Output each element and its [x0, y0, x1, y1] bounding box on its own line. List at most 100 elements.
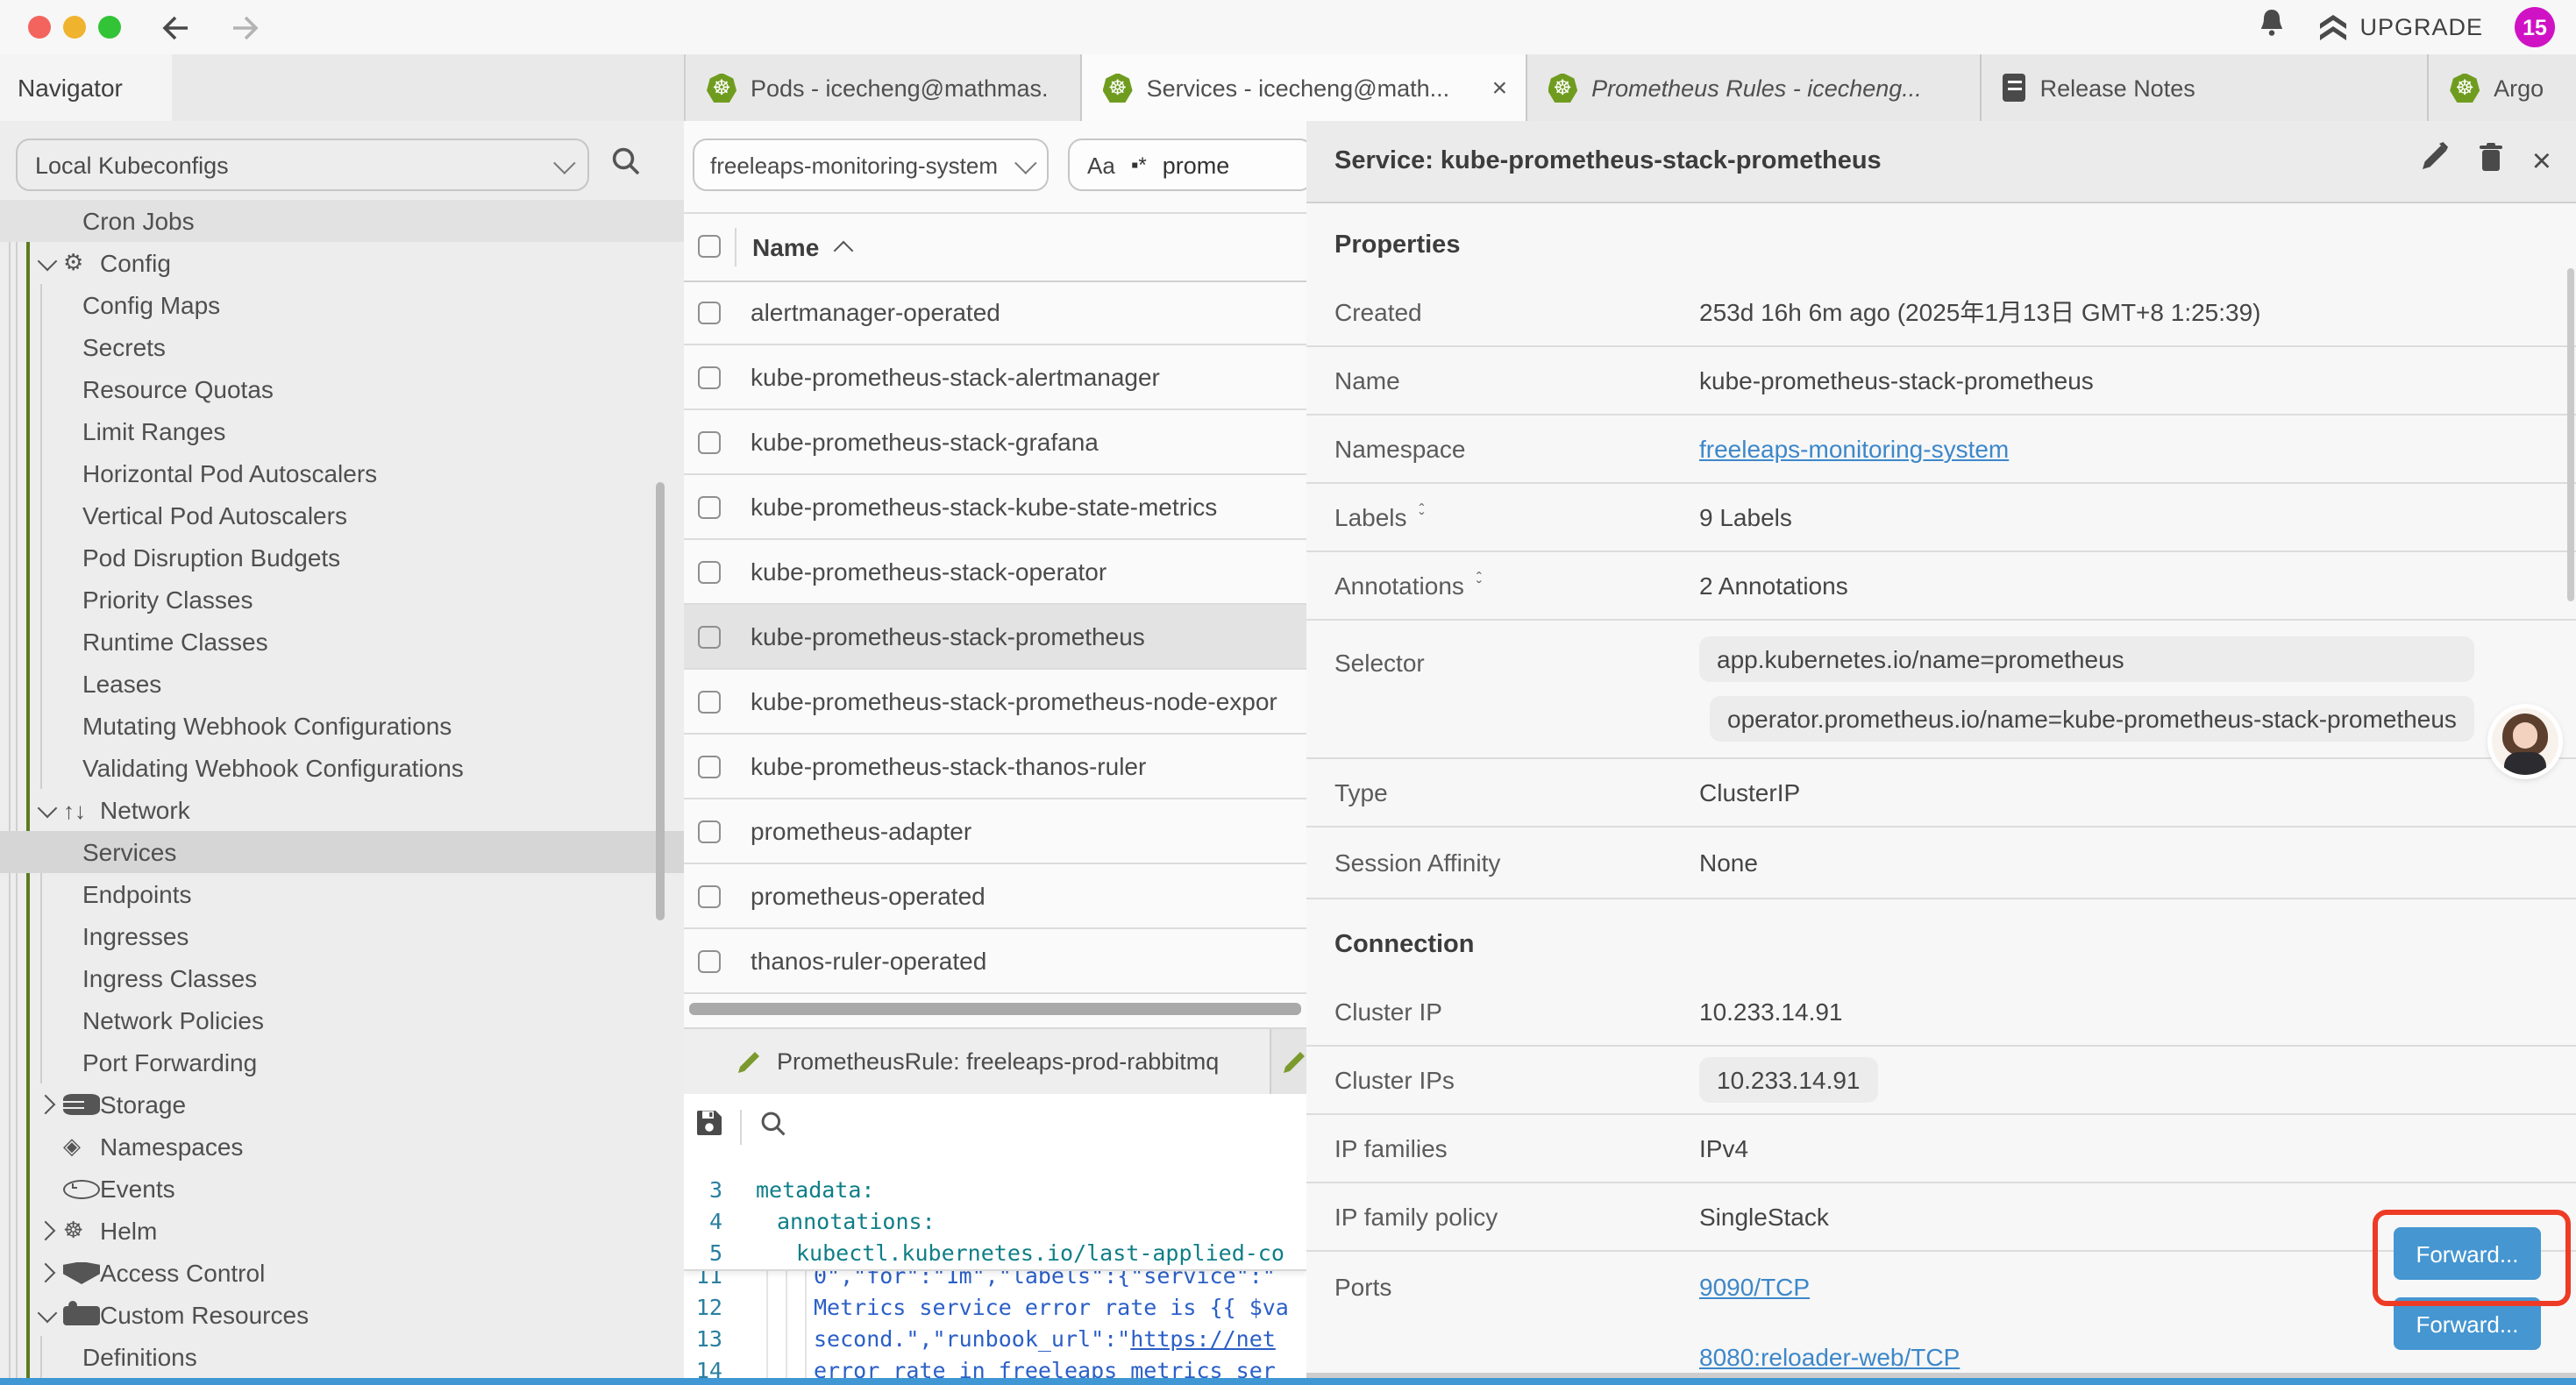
- sidebar-item[interactable]: Priority Classes: [0, 579, 684, 621]
- close-icon[interactable]: ×: [2532, 145, 2551, 178]
- editor-search-icon[interactable]: [759, 1109, 787, 1146]
- sidebar-item[interactable]: Access Control: [0, 1252, 684, 1294]
- sidebar-item[interactable]: ◈ Namespaces: [0, 1126, 684, 1168]
- table-row[interactable]: thanos-ruler-operated: [684, 929, 1306, 994]
- chevron-icon[interactable]: [35, 1175, 63, 1203]
- app-tab[interactable]: Release Notes: [1982, 54, 2430, 121]
- upgrade-button[interactable]: UPGRADE: [2317, 13, 2483, 41]
- sidebar-item[interactable]: Ingress Classes: [0, 957, 684, 999]
- chevron-icon[interactable]: [35, 1133, 63, 1161]
- expand-icon[interactable]: ˆˇ: [1420, 507, 1425, 524]
- code-line[interactable]: 3 metadata:: [684, 1175, 1306, 1206]
- sidebar-item[interactable]: Runtime Classes: [0, 621, 684, 663]
- select-all-checkbox[interactable]: [698, 235, 721, 258]
- sidebar-item[interactable]: Services: [0, 831, 684, 873]
- edit-pencil-icon[interactable]: [2420, 142, 2450, 181]
- sidebar-item[interactable]: Storage: [0, 1083, 684, 1126]
- sidebar-scrollbar[interactable]: [656, 482, 665, 920]
- row-checkbox[interactable]: [698, 690, 721, 713]
- kubeconfig-select[interactable]: Local Kubeconfigs: [16, 138, 589, 191]
- window-close-button[interactable]: [28, 16, 51, 39]
- sidebar-item[interactable]: Mutating Webhook Configurations: [0, 705, 684, 747]
- table-row[interactable]: kube-prometheus-stack-grafana: [684, 410, 1306, 475]
- namespace-link[interactable]: freeleaps-monitoring-system: [1699, 435, 2009, 463]
- chevron-icon[interactable]: [35, 796, 63, 824]
- sidebar-item[interactable]: ☸ Helm: [0, 1210, 684, 1252]
- port-link[interactable]: 9090/TCP: [1699, 1273, 1810, 1301]
- yaml-editor[interactable]: 11 0","for":"1m","labels":{"service":" 1…: [684, 1161, 1306, 1378]
- app-tab[interactable]: Prometheus Rules - icecheng...: [1526, 54, 1982, 121]
- chevron-icon[interactable]: [35, 1259, 63, 1287]
- row-checkbox[interactable]: [698, 755, 721, 778]
- chevron-icon[interactable]: [35, 1301, 63, 1329]
- sidebar-item[interactable]: Pod Disruption Budgets: [0, 536, 684, 579]
- editor-tab-partial[interactable]: [1271, 1029, 1306, 1094]
- column-header-name[interactable]: Name: [752, 232, 819, 260]
- chevron-icon[interactable]: [35, 249, 63, 277]
- match-case-toggle[interactable]: Aa: [1087, 152, 1115, 178]
- code-line[interactable]: 4 annotations:: [684, 1206, 1306, 1238]
- details-scrollbar[interactable]: [2567, 268, 2574, 601]
- code-line[interactable]: 13 second.","runbook_url":"https://net: [684, 1324, 1306, 1355]
- expand-icon[interactable]: ˆˇ: [1477, 575, 1482, 593]
- code-link[interactable]: https://net: [1130, 1325, 1276, 1352]
- save-icon[interactable]: [694, 1108, 724, 1147]
- property-value[interactable]: 9 Labels: [1699, 503, 1792, 531]
- window-minimize-button[interactable]: [63, 16, 86, 39]
- sidebar-item[interactable]: Definitions: [0, 1336, 684, 1378]
- namespace-select[interactable]: freeleaps-monitoring-system: [693, 138, 1049, 191]
- delete-trash-icon[interactable]: [2478, 142, 2504, 181]
- notification-count-badge[interactable]: 15: [2515, 7, 2555, 47]
- row-checkbox[interactable]: [698, 495, 721, 518]
- code-line[interactable]: 5 kubectl.kubernetes.io/last-applied-co: [684, 1238, 1306, 1269]
- table-row[interactable]: prometheus-adapter: [684, 799, 1306, 864]
- forward-arrow-icon[interactable]: [230, 13, 261, 41]
- sidebar-item[interactable]: ⚙ Config: [0, 242, 684, 284]
- row-checkbox[interactable]: [698, 820, 721, 842]
- code-line[interactable]: 11 0","for":"1m","labels":{"service":": [684, 1271, 1306, 1292]
- window-zoom-button[interactable]: [98, 16, 121, 39]
- table-row[interactable]: kube-prometheus-stack-alertmanager: [684, 345, 1306, 410]
- row-checkbox[interactable]: [698, 884, 721, 907]
- sidebar-item[interactable]: Ingresses: [0, 915, 684, 957]
- sidebar-item[interactable]: Vertical Pod Autoscalers: [0, 494, 684, 536]
- sidebar-item[interactable]: Resource Quotas: [0, 368, 684, 410]
- app-tab[interactable]: Pods - icecheng@mathmas...: [686, 54, 1082, 121]
- sidebar-item[interactable]: Horizontal Pod Autoscalers: [0, 452, 684, 494]
- table-row[interactable]: kube-prometheus-stack-prometheus: [684, 605, 1306, 670]
- row-checkbox[interactable]: [698, 366, 721, 388]
- sidebar-search-icon[interactable]: [610, 146, 642, 186]
- sidebar-item[interactable]: Cron Jobs: [0, 200, 684, 242]
- table-row[interactable]: alertmanager-operated: [684, 281, 1306, 345]
- notifications-bell-icon[interactable]: [2256, 7, 2286, 47]
- sidebar-item[interactable]: Limit Ranges: [0, 410, 684, 452]
- chevron-icon[interactable]: [35, 1217, 63, 1245]
- tab-close-icon[interactable]: ×: [1492, 73, 1508, 103]
- list-search-input[interactable]: [1163, 152, 1254, 178]
- chevron-icon[interactable]: [35, 1090, 63, 1119]
- table-row[interactable]: kube-prometheus-stack-thanos-ruler: [684, 735, 1306, 799]
- app-tab[interactable]: Services - icecheng@math... ×: [1082, 54, 1527, 121]
- user-avatar[interactable]: [2492, 708, 2558, 775]
- sidebar-item[interactable]: Secrets: [0, 326, 684, 368]
- sidebar-item[interactable]: Events: [0, 1168, 684, 1210]
- sort-asc-icon[interactable]: [834, 240, 854, 260]
- sidebar-item[interactable]: ↑↓ Network: [0, 789, 684, 831]
- horizontal-scrollbar[interactable]: [689, 1003, 1301, 1015]
- regex-toggle-icon[interactable]: ▪*: [1131, 153, 1147, 177]
- sidebar-item[interactable]: Config Maps: [0, 284, 684, 326]
- editor-lines[interactable]: 11 0","for":"1m","labels":{"service":" 1…: [684, 1271, 1306, 1378]
- sidebar-item[interactable]: Leases: [0, 663, 684, 705]
- sidebar-item[interactable]: Network Policies: [0, 999, 684, 1041]
- back-arrow-icon[interactable]: [160, 13, 191, 41]
- sidebar-item[interactable]: Endpoints: [0, 873, 684, 915]
- table-row[interactable]: kube-prometheus-stack-operator: [684, 540, 1306, 605]
- port-link[interactable]: 8080:reloader-web/TCP: [1699, 1343, 1960, 1371]
- list-search-box[interactable]: Aa ▪*: [1068, 138, 1308, 191]
- property-value[interactable]: 2 Annotations: [1699, 572, 1848, 600]
- row-checkbox[interactable]: [698, 301, 721, 323]
- sticky-scroll-lines[interactable]: 3 metadata: 4 annotations: 5 kubectl.kub…: [684, 1175, 1306, 1271]
- row-checkbox[interactable]: [698, 949, 721, 972]
- navigator-panel-tab[interactable]: Navigator: [0, 54, 172, 121]
- row-checkbox[interactable]: [698, 430, 721, 453]
